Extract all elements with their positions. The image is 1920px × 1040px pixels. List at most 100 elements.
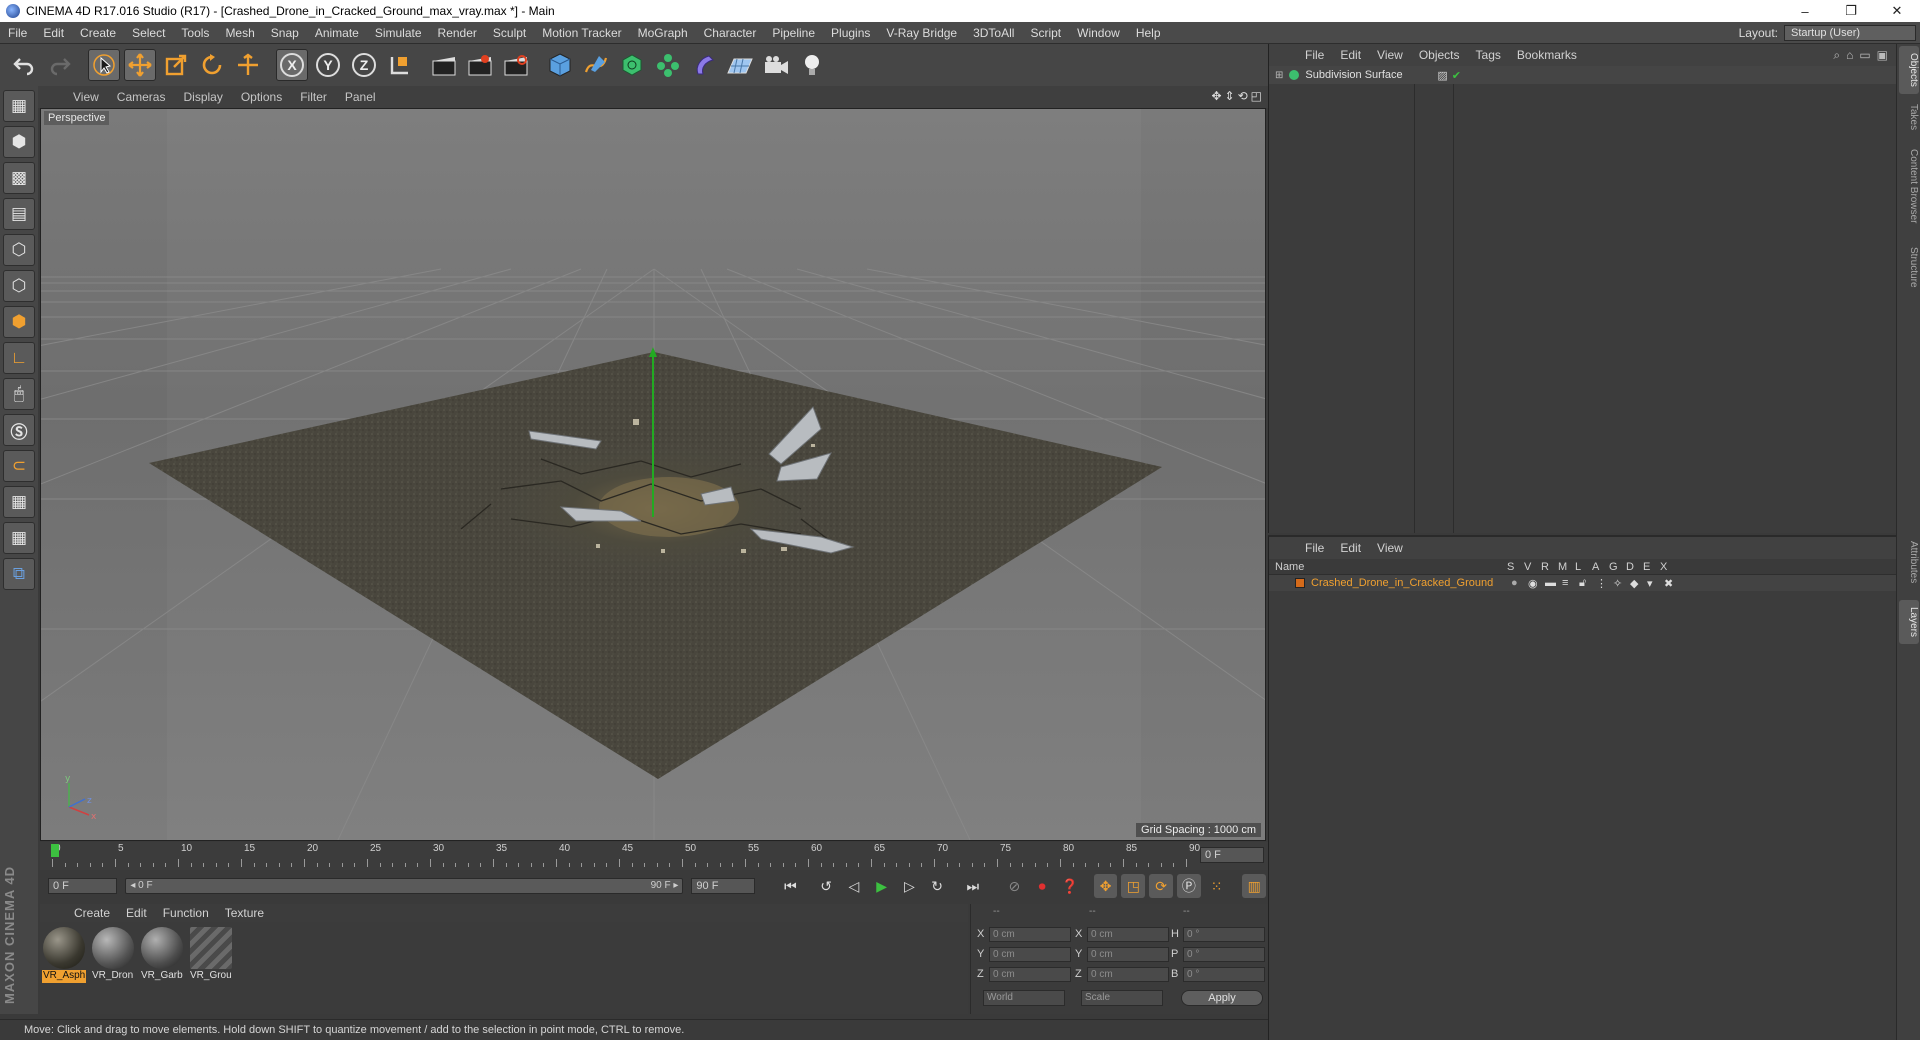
column-render[interactable]: R <box>1541 561 1558 573</box>
menu-select[interactable]: Select <box>124 22 173 44</box>
viewport-dolly-icon[interactable]: ⇕ <box>1225 89 1235 103</box>
manager-icon[interactable]: ≡ <box>1562 577 1579 589</box>
expand-toggle-icon[interactable]: ⊞ <box>1275 70 1283 81</box>
autokey-button[interactable]: ⏺ <box>1030 874 1054 898</box>
transform-tool[interactable] <box>232 49 264 81</box>
close-button[interactable]: ✕ <box>1874 0 1920 22</box>
rotation-b-field[interactable]: 0 ° <box>1183 967 1265 982</box>
end-frame-field[interactable]: 90 F <box>691 878 755 894</box>
enabled-check-icon[interactable]: ✔ <box>1452 69 1461 82</box>
column-locked[interactable]: L <box>1575 561 1592 573</box>
timeline-ruler[interactable]: 051015202530354045505560657075808590 0 F <box>40 842 1268 870</box>
lock-icon[interactable]: 🔓︎ <box>1579 577 1596 590</box>
rotate-tool[interactable] <box>196 49 228 81</box>
layers-menu-edit[interactable]: Edit <box>1332 541 1369 555</box>
restore-button[interactable]: ❐ <box>1828 0 1874 22</box>
x-axis-lock-button[interactable]: X <box>276 49 308 81</box>
objects-menu-tags[interactable]: Tags <box>1468 48 1509 62</box>
column-xref[interactable]: X <box>1660 561 1677 573</box>
menu-file[interactable]: File <box>0 22 35 44</box>
view-eye-icon[interactable]: ◉ <box>1528 577 1545 590</box>
render-view-button[interactable] <box>428 49 460 81</box>
position-y-field[interactable]: 0 cm <box>989 947 1071 962</box>
magnet-button[interactable]: ⊂ <box>3 450 35 482</box>
menu-script[interactable]: Script <box>1022 22 1069 44</box>
generator-icon[interactable]: ✧ <box>1613 577 1630 590</box>
key-position-button[interactable]: ✥ <box>1093 874 1118 898</box>
goto-end-button[interactable]: ⏭ <box>961 874 985 898</box>
apply-button[interactable]: Apply <box>1181 990 1263 1006</box>
objects-menu-bookmarks[interactable]: Bookmarks <box>1509 48 1585 62</box>
viewport-maximize-icon[interactable]: ◰ <box>1251 89 1262 103</box>
make-editable-button[interactable]: ▦ <box>3 90 35 122</box>
animation-icon[interactable]: ⋮ <box>1596 577 1613 590</box>
viewport-camera-label[interactable]: Perspective <box>44 111 110 125</box>
layer-name[interactable]: Crashed_Drone_in_Cracked_Ground <box>1311 577 1511 589</box>
menu-motion-tracker[interactable]: Motion Tracker <box>534 22 629 44</box>
live-selection-tool[interactable] <box>88 49 120 81</box>
material-swatch-vr-asph[interactable]: VR_Asph <box>42 926 86 984</box>
tab-takes[interactable]: Takes <box>1899 100 1919 134</box>
scale-tool[interactable] <box>160 49 192 81</box>
layers-menu-file[interactable]: File <box>1297 541 1332 555</box>
undo-button[interactable] <box>8 49 40 81</box>
tab-content-browser[interactable]: Content Browser <box>1899 140 1919 232</box>
home-icon[interactable]: ⌂ <box>1846 48 1853 63</box>
expression-icon[interactable]: ▾ <box>1647 577 1664 590</box>
column-manager[interactable]: M <box>1558 561 1575 573</box>
key-pla-button[interactable]: ⁙ <box>1205 874 1229 898</box>
render-clapper-icon[interactable]: ▬ <box>1545 577 1562 589</box>
frame-range-slider[interactable]: ◂ 0 F 90 F ▸ <box>125 878 684 894</box>
material-swatch-vr-garb[interactable]: VR_Garb <box>140 926 184 984</box>
objects-menu-view[interactable]: View <box>1369 48 1411 62</box>
key-scale-button[interactable]: ◳ <box>1121 874 1146 898</box>
key-parameter-button[interactable]: Ⓟ <box>1176 874 1201 898</box>
size-mode-select[interactable]: Scale <box>1081 990 1163 1006</box>
current-frame-field[interactable]: 0 F <box>1200 847 1264 863</box>
viewport-menu-filter[interactable]: Filter <box>291 90 336 104</box>
objects-menu-objects[interactable]: Objects <box>1411 48 1468 62</box>
previous-frame-button[interactable]: ◁ <box>842 874 866 898</box>
column-name[interactable]: Name <box>1269 561 1507 573</box>
solo-toggle-icon[interactable]: ● <box>1511 577 1528 589</box>
coordinate-mode-select[interactable]: World <box>983 990 1065 1006</box>
layers-menu-view[interactable]: View <box>1369 541 1411 555</box>
viewport-menu-view[interactable]: View <box>64 90 108 104</box>
viewport-menu-display[interactable]: Display <box>174 90 231 104</box>
maximize-panel-icon[interactable]: ▣ <box>1877 48 1888 63</box>
add-camera-button[interactable] <box>760 49 792 81</box>
next-frame-button[interactable]: ▷ <box>897 874 921 898</box>
column-expressions[interactable]: E <box>1643 561 1660 573</box>
tab-objects[interactable]: Objects <box>1899 46 1919 94</box>
menu-help[interactable]: Help <box>1128 22 1169 44</box>
menu-render[interactable]: Render <box>430 22 485 44</box>
add-generator-button[interactable] <box>616 49 648 81</box>
record-keys-button[interactable]: ⊘ <box>1003 874 1027 898</box>
timeline-playhead[interactable] <box>51 844 59 857</box>
new-window-icon[interactable]: ▭ <box>1859 48 1870 63</box>
editor-visibility-icon[interactable]: ▨ <box>1437 69 1447 82</box>
move-tool[interactable] <box>124 49 156 81</box>
add-cube-button[interactable] <box>544 49 576 81</box>
menu-animate[interactable]: Animate <box>307 22 367 44</box>
snap-button[interactable]: Ⓢ <box>3 414 35 446</box>
size-y-field[interactable]: 0 cm <box>1087 947 1169 962</box>
keyframe-selection-button[interactable]: ❓ <box>1058 874 1082 898</box>
viewport-pan-icon[interactable]: ✥ <box>1211 89 1221 103</box>
menu-plugins[interactable]: Plugins <box>823 22 878 44</box>
tab-structure[interactable]: Structure <box>1899 238 1919 296</box>
rotation-h-field[interactable]: 0 ° <box>1183 927 1265 942</box>
add-deformer-button[interactable] <box>688 49 720 81</box>
object-row[interactable]: ⊞ Subdivision Surface ▨ ✔ <box>1269 66 1897 84</box>
menu-pipeline[interactable]: Pipeline <box>764 22 823 44</box>
viewport-menu-options[interactable]: Options <box>232 90 291 104</box>
minimize-button[interactable]: – <box>1782 0 1828 22</box>
y-axis-lock-button[interactable]: Y <box>312 49 344 81</box>
add-light-button[interactable] <box>796 49 828 81</box>
tab-attributes[interactable]: Attributes <box>1899 530 1919 594</box>
texture-mode-button[interactable]: ▩ <box>3 162 35 194</box>
material-menu-edit[interactable]: Edit <box>118 906 155 920</box>
material-menu-function[interactable]: Function <box>155 906 217 920</box>
position-z-field[interactable]: 0 cm <box>989 967 1071 982</box>
rotation-p-field[interactable]: 0 ° <box>1183 947 1265 962</box>
